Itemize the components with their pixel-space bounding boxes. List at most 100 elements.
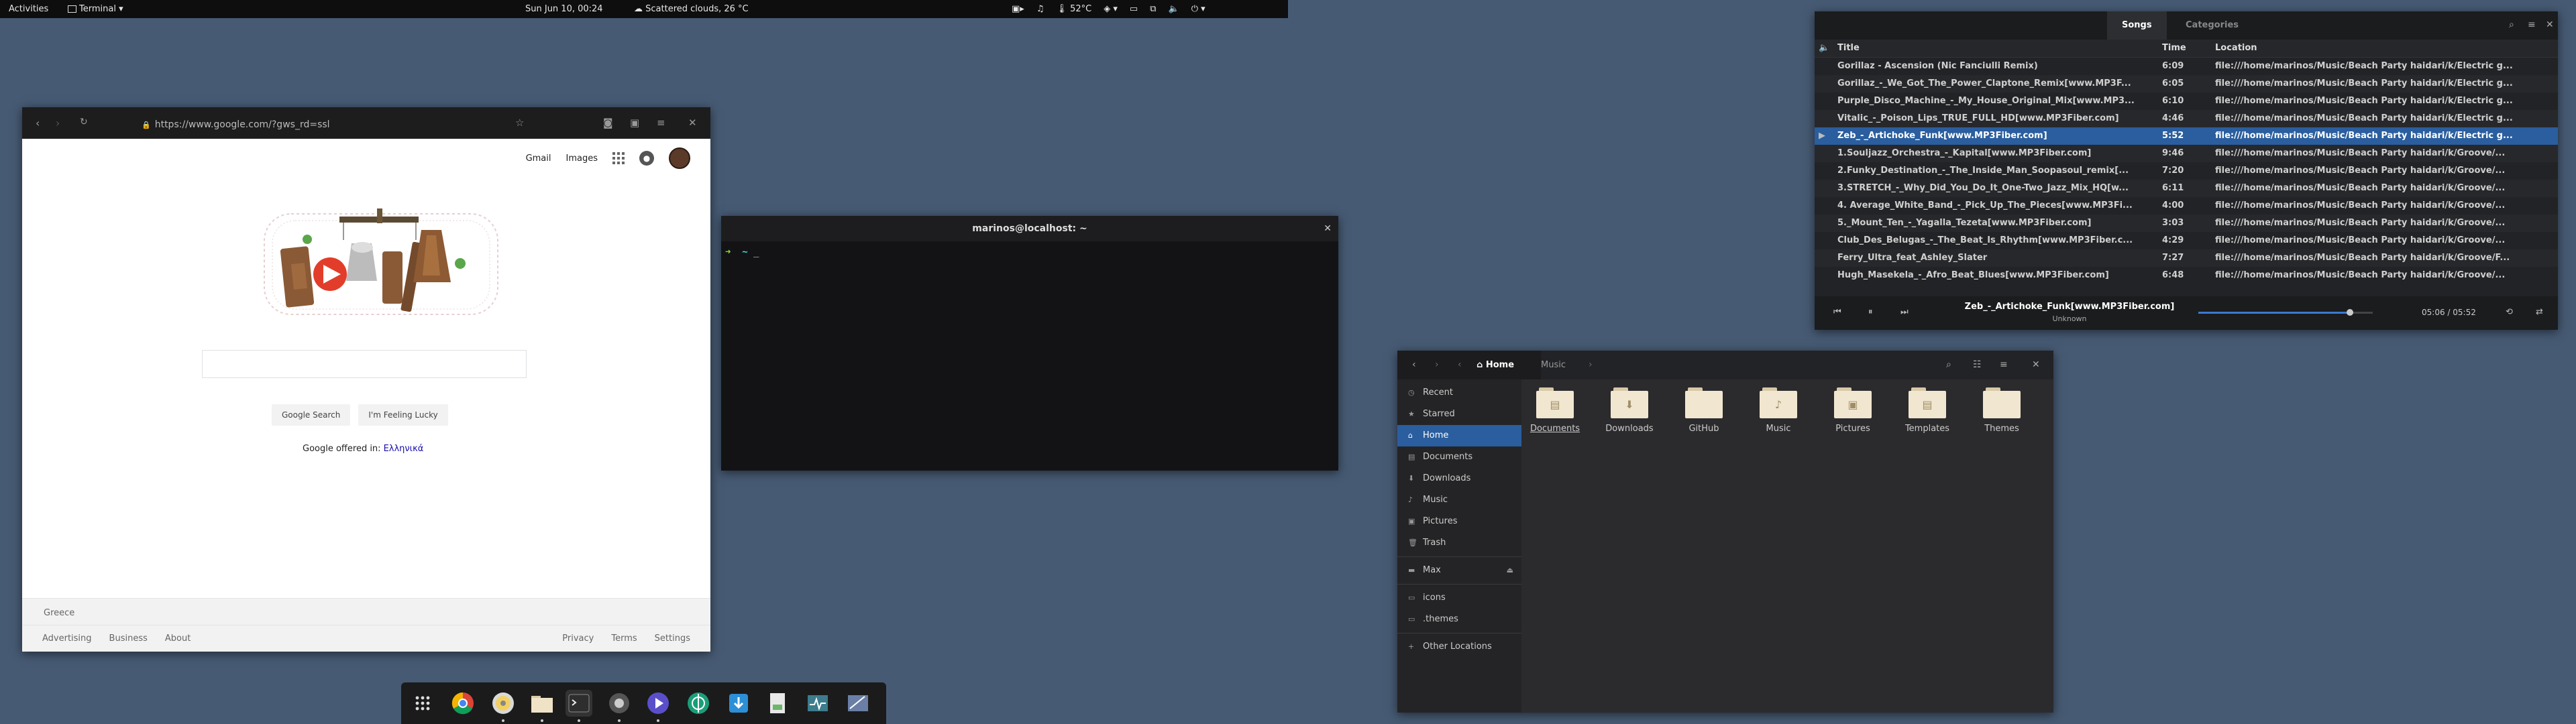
network-icon[interactable]: ⧉ [1150,0,1156,18]
screen-capture-icon[interactable] [845,690,871,717]
terminal-icon[interactable] [566,690,592,722]
settings-link[interactable]: Settings [655,634,690,644]
folder-downloads[interactable]: ⬇ Downloads [1596,387,1663,434]
terminal-body[interactable]: ➜ ~ _ [721,241,1338,263]
notifications-icon[interactable]: ● [639,151,654,166]
sidebar-item-starred[interactable]: ★ Starred [1397,404,1521,425]
google-doodle[interactable] [260,203,502,327]
next-icon[interactable]: ⏭ [1900,307,1909,317]
text-editor-icon[interactable] [764,690,791,717]
back-icon[interactable]: ‹ [1412,359,1416,370]
song-row[interactable]: Gorillaz_-_We_Got_The_Power_Claptone_Rem… [1815,75,2558,93]
folder-pictures[interactable]: ▣ Pictures [1819,387,1886,434]
sidebar-item-downloads[interactable]: ⬇ Downloads [1397,468,1521,489]
volume-icon[interactable]: 🔈 [1169,0,1179,18]
power-icon[interactable]: ⏻ ▾ [1191,0,1205,18]
system-monitor-icon[interactable] [804,690,831,717]
forward-icon[interactable]: › [1435,359,1439,370]
advertising-link[interactable]: Advertising [42,634,92,644]
music-app-icon[interactable] [645,690,672,722]
forward-icon[interactable]: › [56,117,60,129]
repeat-icon[interactable]: ⟲ [2506,307,2513,317]
column-time[interactable]: Time [2162,40,2202,57]
reload-icon[interactable]: ↻ [80,117,88,127]
media-indicator-icon[interactable]: ▣▸ [1012,0,1024,18]
previous-icon[interactable]: ⏮ [1833,307,1841,317]
screenshot-icon[interactable] [606,690,633,722]
sidebar-item-documents[interactable]: ▤ Documents [1397,446,1521,468]
about-link[interactable]: About [165,634,191,644]
tab-categories[interactable]: Categories [2171,11,2253,40]
song-row[interactable]: Purple_Disco_Machine_-_My_House_Original… [1815,93,2558,110]
sidebar-item-trash[interactable]: 🗑 Trash [1397,532,1521,554]
sidebar-item-max[interactable]: ▬ Max ⏏ [1397,560,1521,581]
search-input[interactable] [202,350,527,378]
terminal-window[interactable]: marinos@localhost: ~ ✕ ➜ ~ _ [721,216,1338,471]
sidebar-item-themes[interactable]: ▭ .themes [1397,609,1521,630]
bookmark-star-icon[interactable]: ☆ [515,117,524,129]
view-options-icon[interactable]: ☷ [1973,359,1982,370]
song-row[interactable]: 1.Souljazz_Orchestra_-_Kapital[www.MP3Fi… [1815,145,2558,162]
column-title[interactable]: Title [1837,40,2159,57]
activities-button[interactable]: Activities [9,0,48,18]
song-row[interactable]: Club_Des_Belugas_-_The_Beat_Is_Rhythm[ww… [1815,232,2558,249]
weather-indicator[interactable]: ☁ Scattered clouds, 26 °C [634,0,749,18]
sidebar-item-music[interactable]: ♪ Music [1397,489,1521,511]
sidebar-item-home[interactable]: ⌂ Home [1397,425,1521,446]
close-icon[interactable]: ✕ [2546,19,2554,30]
close-icon[interactable]: ✕ [1324,216,1332,241]
song-row[interactable]: Hugh_Masekela_-_Afro_Beat_Blues[www.MP3F… [1815,267,2558,284]
chevron-right-icon[interactable]: › [1589,359,1593,370]
progress-slider[interactable] [2198,309,2373,316]
disks-icon[interactable] [490,690,517,722]
song-row[interactable]: Vitalic_-_Poison_Lips_TRUE_FULL_HD[www.M… [1815,110,2558,127]
back-icon[interactable]: ‹ [36,117,40,129]
network-app-icon[interactable] [685,690,712,717]
screenshot-icon[interactable]: ▣ [630,117,639,129]
temperature-indicator[interactable]: 🌡 52°C [1056,0,1091,18]
headphones-icon[interactable]: ♫ [1036,0,1044,18]
song-row[interactable]: 3.STRETCH_-_Why_Did_You_Do_It_One-Two_Ja… [1815,180,2558,197]
close-icon[interactable]: ✕ [2032,359,2040,370]
search-icon[interactable]: ⌕ [2509,19,2514,30]
song-row[interactable]: 2.Funky_Destination_-_The_Inside_Man_Soo… [1815,162,2558,180]
song-row[interactable]: Gorillaz - Ascension (Nic Fanciulli Remi… [1815,58,2558,75]
terms-link[interactable]: Terms [611,634,637,644]
song-row[interactable]: 4. Average_White_Band_-_Pick_Up_The_Piec… [1815,197,2558,215]
address-bar[interactable]: 🔒 https://www.google.com/?gws_rd=ssl [142,117,557,132]
pause-icon[interactable]: ⏸ [1868,307,1873,317]
status-area[interactable]: ▣▸ ♫ 🌡 52°C ◈ ▾ ▭ ⧉ 🔈 ⏻ ▾ [1012,0,1205,18]
chevron-left-icon[interactable]: ‹ [1458,359,1462,370]
close-icon[interactable]: ✕ [688,117,697,129]
apps-grid-icon[interactable] [612,152,625,164]
folder-github[interactable]: GitHub [1670,387,1737,434]
menu-icon[interactable]: ≡ [657,117,665,129]
gmail-link[interactable]: Gmail [526,154,551,164]
eject-icon[interactable]: ⏏ [1507,560,1513,581]
column-location[interactable]: Location [2215,40,2556,57]
breadcrumb-home[interactable]: ⌂ Home [1477,351,1514,379]
progress-handle[interactable] [2347,309,2354,316]
menu-icon[interactable]: ≡ [2000,359,2008,370]
app-menu[interactable]: Terminal ▾ [68,0,123,18]
menu-icon[interactable]: ≡ [2528,19,2536,30]
shuffle-icon[interactable]: ⇄ [2536,307,2543,317]
folder-themes[interactable]: Themes [1968,387,2035,434]
feeling-lucky-button[interactable]: I'm Feeling Lucky [358,404,448,426]
chrome-icon[interactable] [449,690,476,717]
privacy-link[interactable]: Privacy [562,634,594,644]
search-icon[interactable]: ⌕ [1946,359,1951,370]
downloader-icon[interactable] [725,690,752,717]
avatar[interactable] [669,147,690,169]
screen-icon[interactable]: ▭ [1130,0,1138,18]
sidebar-item-icons[interactable]: ▭ icons [1397,587,1521,609]
terminal-titlebar[interactable]: marinos@localhost: ~ ✕ [721,216,1338,241]
incognito-icon[interactable]: ◙ [603,117,613,129]
dropbox-icon[interactable]: ◈ ▾ [1104,0,1118,18]
folder-documents[interactable]: ▤ Documents [1521,387,1589,434]
song-row[interactable]: 5._Mount_Ten_-_Yagalla_Tezeta[www.MP3Fib… [1815,215,2558,232]
greek-language-link[interactable]: Ελληνικά [384,444,424,454]
sidebar-item-other-locations[interactable]: + Other Locations [1397,636,1521,658]
google-search-button[interactable]: Google Search [272,404,351,426]
sidebar-item-pictures[interactable]: ▣ Pictures [1397,511,1521,532]
